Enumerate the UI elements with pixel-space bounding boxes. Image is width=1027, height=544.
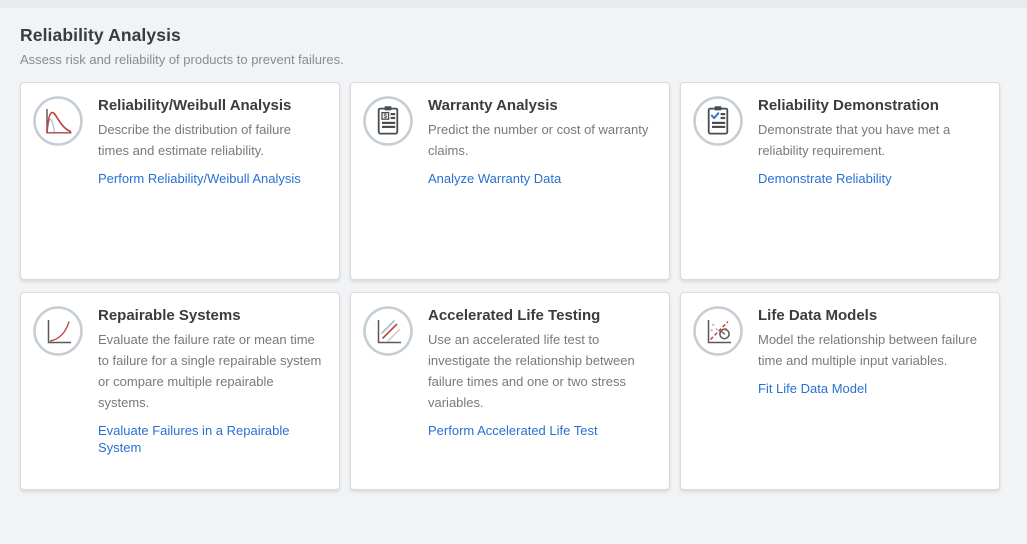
top-divider bbox=[0, 0, 1027, 8]
card-description: Predict the number or cost of warranty c… bbox=[428, 119, 655, 161]
card-description: Model the relationship between failure t… bbox=[758, 329, 985, 371]
parallel-trend-lines-chart-icon bbox=[363, 306, 413, 356]
card-life-data-models: Life Data Models Model the relationship … bbox=[680, 292, 1000, 490]
card-title: Warranty Analysis bbox=[428, 97, 655, 114]
card-title: Accelerated Life Testing bbox=[428, 307, 655, 324]
card-title: Reliability/Weibull Analysis bbox=[98, 97, 325, 114]
card-description: Evaluate the failure rate or mean time t… bbox=[98, 329, 325, 413]
card-title: Reliability Demonstration bbox=[758, 97, 985, 114]
page-subtitle: Assess risk and reliability of products … bbox=[20, 52, 1007, 67]
card-description: Use an accelerated life test to investig… bbox=[428, 329, 655, 413]
perform-reliability-weibull-analysis-link[interactable]: Perform Reliability/Weibull Analysis bbox=[98, 170, 301, 187]
svg-text:$: $ bbox=[383, 113, 387, 120]
card-body: Reliability Demonstration Demonstrate th… bbox=[758, 96, 985, 188]
weibull-distribution-icon bbox=[33, 96, 83, 146]
card-accelerated-life-testing: Accelerated Life Testing Use an accelera… bbox=[350, 292, 670, 490]
card-reliability-demonstration: Reliability Demonstration Demonstrate th… bbox=[680, 82, 1000, 280]
card-body: Reliability/Weibull Analysis Describe th… bbox=[98, 96, 325, 188]
warranty-cost-clipboard-icon: $ bbox=[363, 96, 413, 146]
card-body: Life Data Models Model the relationship … bbox=[758, 306, 985, 398]
card-body: Accelerated Life Testing Use an accelera… bbox=[428, 306, 655, 440]
scatter-gauge-chart-icon bbox=[693, 306, 743, 356]
card-title: Repairable Systems bbox=[98, 307, 325, 324]
card-description: Demonstrate that you have met a reliabil… bbox=[758, 119, 985, 161]
card-body: Repairable Systems Evaluate the failure … bbox=[98, 306, 325, 457]
card-body: Warranty Analysis Predict the number or … bbox=[428, 96, 655, 188]
fit-life-data-model-link[interactable]: Fit Life Data Model bbox=[758, 380, 867, 397]
checklist-clipboard-icon bbox=[693, 96, 743, 146]
reliability-analysis-page: Reliability Analysis Assess risk and rel… bbox=[0, 8, 1027, 544]
card-title: Life Data Models bbox=[758, 307, 985, 324]
analysis-card-grid: Reliability/Weibull Analysis Describe th… bbox=[20, 82, 1007, 490]
card-repairable-systems: Repairable Systems Evaluate the failure … bbox=[20, 292, 340, 490]
analyze-warranty-data-link[interactable]: Analyze Warranty Data bbox=[428, 170, 561, 187]
growth-curve-chart-icon bbox=[33, 306, 83, 356]
evaluate-failures-repairable-system-link[interactable]: Evaluate Failures in a Repairable System bbox=[98, 422, 325, 456]
card-description: Describe the distribution of failure tim… bbox=[98, 119, 325, 161]
card-warranty-analysis: $ Warranty Analysis Predict the number o… bbox=[350, 82, 670, 280]
demonstrate-reliability-link[interactable]: Demonstrate Reliability bbox=[758, 170, 892, 187]
page-title: Reliability Analysis bbox=[20, 25, 1007, 46]
card-reliability-weibull-analysis: Reliability/Weibull Analysis Describe th… bbox=[20, 82, 340, 280]
perform-accelerated-life-test-link[interactable]: Perform Accelerated Life Test bbox=[428, 422, 598, 439]
